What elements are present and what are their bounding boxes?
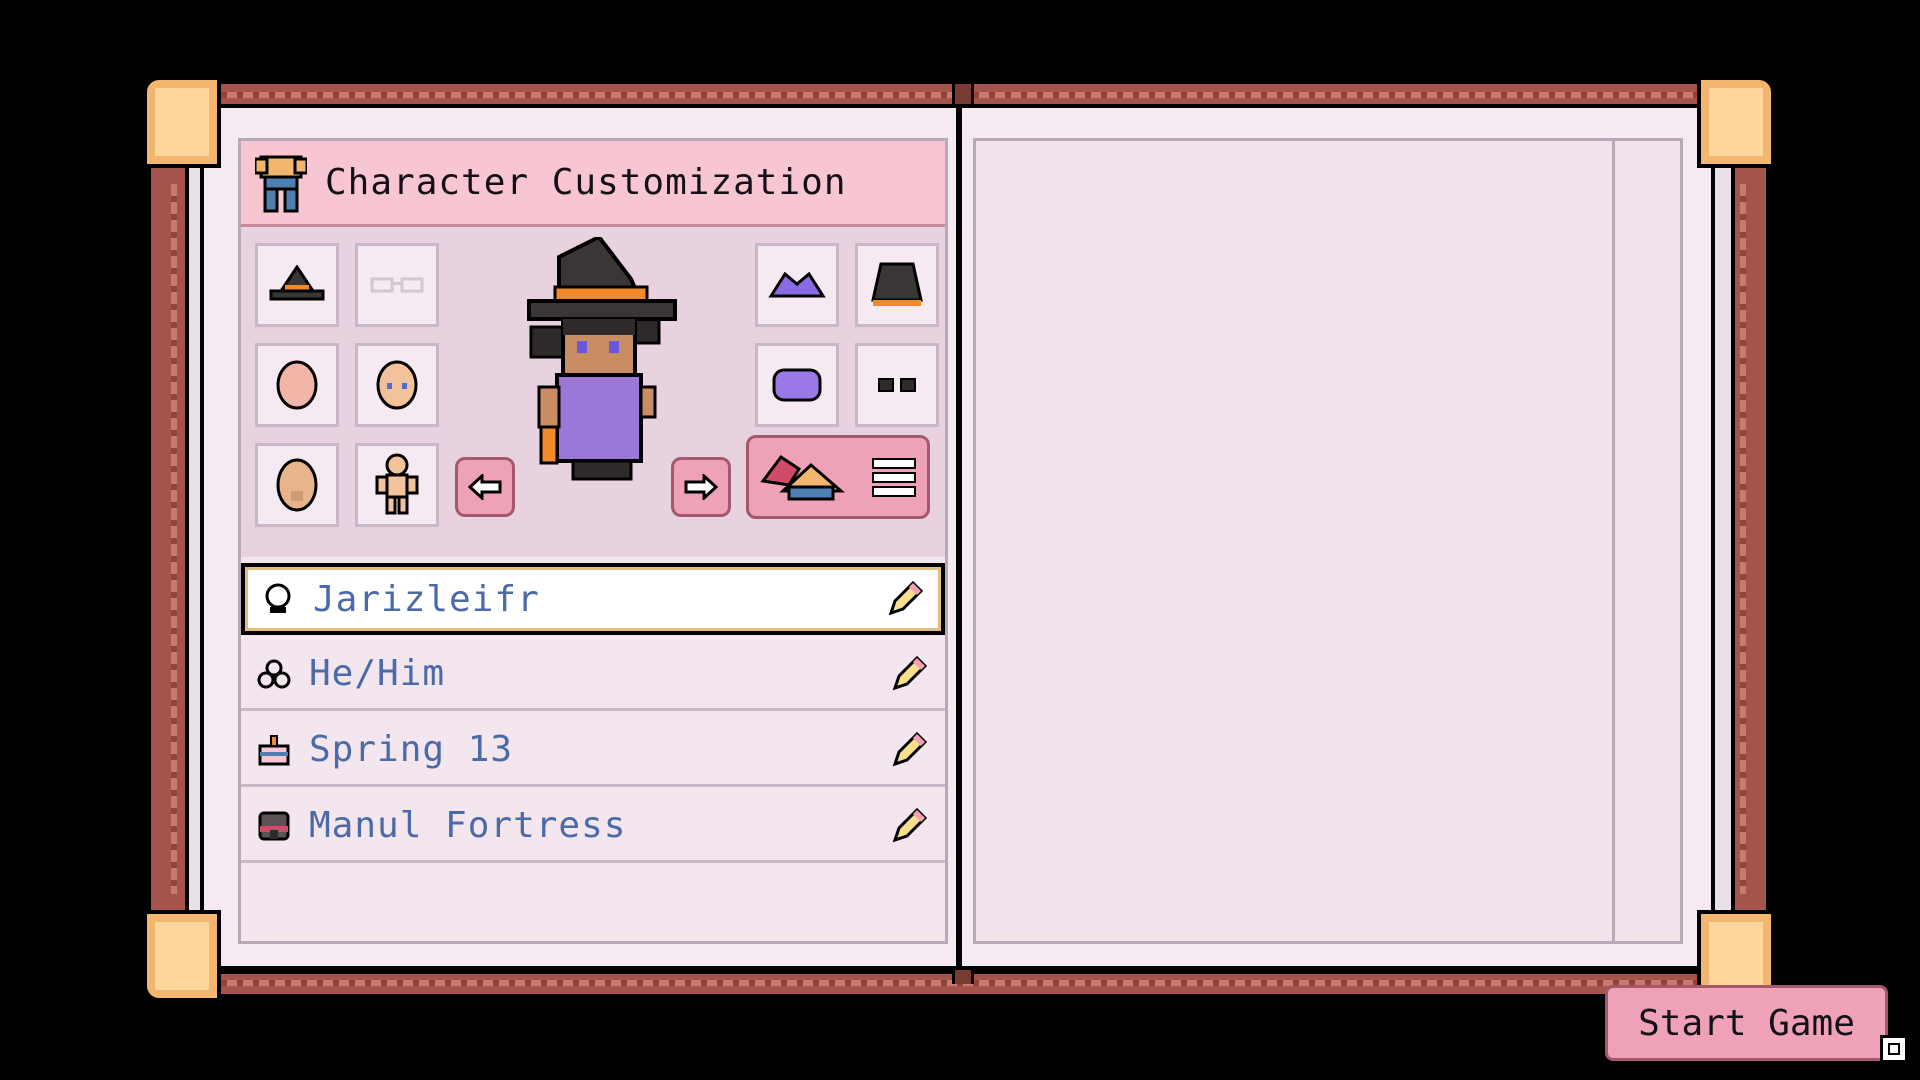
head-shape-slot[interactable] [255, 443, 339, 527]
hat-slot[interactable] [255, 243, 339, 327]
book-corner [143, 76, 221, 168]
arrow-left-icon [468, 474, 502, 500]
dress-slot[interactable] [755, 343, 839, 427]
page-title: Character Customization [325, 162, 847, 203]
farm-value: Manul Fortress [309, 805, 627, 846]
appearance-editor [241, 227, 945, 557]
glasses-icon [370, 277, 424, 293]
black-shoes-icon [878, 378, 916, 392]
clothes-pile-icon [760, 454, 846, 501]
person-icon [261, 582, 295, 616]
bald-head-icon [276, 458, 318, 512]
outfit-menu-button[interactable] [746, 435, 930, 519]
house-icon [257, 809, 291, 843]
glasses-slot[interactable] [355, 243, 439, 327]
panel-header: Character Customization [241, 141, 945, 227]
black-skirt-icon [871, 262, 923, 306]
scrollbar-track[interactable] [1612, 141, 1680, 941]
previous-button[interactable] [455, 457, 515, 517]
edit-farm-button[interactable] [889, 806, 929, 846]
pants-slot[interactable] [855, 243, 939, 327]
pronouns-icon [257, 657, 291, 691]
edit-name-button[interactable] [885, 579, 925, 619]
pronouns-field[interactable]: He/Him [241, 639, 945, 711]
name-value: Jarizleifr [313, 578, 540, 620]
farm-field[interactable]: Manul Fortress [241, 791, 945, 863]
book-corner [1697, 76, 1775, 168]
face-icon [376, 360, 418, 410]
character-preview [511, 234, 681, 487]
body-slot[interactable] [355, 443, 439, 527]
pencil-icon [892, 655, 928, 690]
shirt-slot[interactable] [755, 243, 839, 327]
skin-slot[interactable] [255, 343, 339, 427]
details-panel [973, 138, 1683, 944]
cake-icon [257, 733, 291, 767]
start-game-label: Start Game [1638, 1002, 1855, 1044]
purple-top-icon [768, 271, 826, 298]
edit-pronouns-button[interactable] [889, 654, 929, 694]
book-corner [143, 910, 221, 1002]
arrow-right-icon [684, 474, 718, 500]
menu-icon [872, 458, 916, 497]
customization-panel: Character Customization Jarizleifr He/Hi… [238, 138, 948, 944]
body-icon [375, 453, 419, 515]
name-field[interactable]: Jarizleifr [241, 563, 945, 635]
cover-stitching [171, 184, 177, 894]
face-slot[interactable] [355, 343, 439, 427]
head-icon [276, 360, 318, 410]
pencil-icon [888, 580, 924, 616]
pencil-icon [892, 731, 928, 766]
birthday-value: Spring 13 [309, 729, 514, 770]
pencil-icon [892, 807, 928, 842]
purple-dress-icon [772, 368, 822, 402]
shoes-slot[interactable] [855, 343, 939, 427]
shirt-icon [253, 153, 309, 213]
key-hint-icon [1880, 1035, 1908, 1063]
witch-hat-icon [269, 265, 325, 301]
cover-stitching [1740, 184, 1746, 894]
pronouns-value: He/Him [309, 653, 446, 694]
birthday-field[interactable]: Spring 13 [241, 715, 945, 787]
start-game-button[interactable]: Start Game [1605, 985, 1888, 1061]
edit-birthday-button[interactable] [889, 730, 929, 770]
